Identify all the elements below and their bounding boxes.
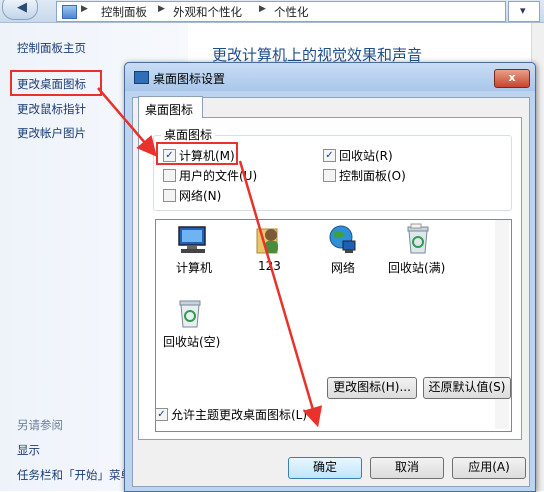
annotation-arrows — [97, 87, 323, 428]
tab-label: 桌面图标 — [145, 103, 194, 117]
annotation-arrow — [238, 160, 323, 428]
tab-desktop-icons[interactable]: 桌面图标 — [138, 96, 203, 118]
